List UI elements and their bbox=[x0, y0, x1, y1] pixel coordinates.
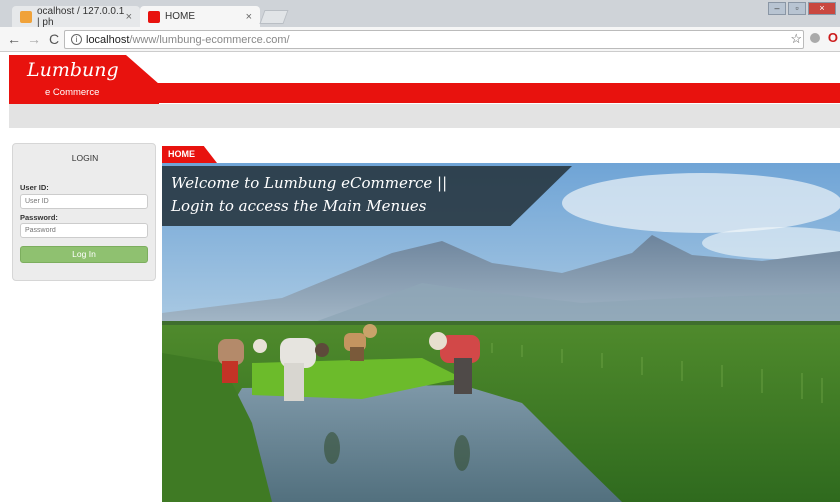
phpmyadmin-icon bbox=[20, 10, 32, 23]
browser-chrome: ocalhost / 127.0.0.1 | ph × HOME × – ▫ ×… bbox=[0, 0, 840, 52]
reload-icon[interactable]: C bbox=[46, 31, 62, 47]
password-input[interactable] bbox=[20, 223, 148, 238]
welcome-banner: Welcome to Lumbung eCommerce || Login to… bbox=[162, 166, 572, 226]
info-icon[interactable]: i bbox=[71, 34, 82, 45]
welcome-line-2: Login to access the Main Menues bbox=[171, 197, 427, 215]
site-logo[interactable]: Lumbung e Commerce bbox=[9, 55, 159, 105]
tab-phpmyadmin[interactable]: ocalhost / 127.0.0.1 | ph × bbox=[12, 5, 140, 28]
url-host: localhost bbox=[86, 33, 130, 46]
minimize-icon[interactable]: – bbox=[768, 2, 786, 15]
login-button[interactable]: Log In bbox=[20, 246, 148, 263]
lumbung-favicon-icon bbox=[148, 10, 160, 23]
userid-input[interactable] bbox=[20, 194, 148, 209]
address-toolbar: ← → C i localhost /www/lumbung-ecommerce… bbox=[0, 27, 840, 52]
tab-strip: ocalhost / 127.0.0.1 | ph × HOME × – ▫ × bbox=[0, 0, 840, 28]
extension-icon[interactable] bbox=[810, 33, 820, 43]
brand-name: Lumbung bbox=[27, 59, 119, 81]
back-icon[interactable]: ← bbox=[6, 31, 22, 47]
opera-icon[interactable]: O bbox=[828, 30, 838, 45]
bookmark-star-icon[interactable]: ☆ bbox=[790, 31, 802, 47]
login-title: LOGIN bbox=[71, 153, 99, 163]
close-icon[interactable]: × bbox=[246, 11, 252, 23]
close-icon[interactable]: × bbox=[126, 11, 132, 23]
userid-label: User ID: bbox=[20, 183, 49, 192]
url-field[interactable]: i localhost /www/lumbung-ecommerce.com/ bbox=[64, 30, 804, 49]
forward-icon[interactable]: → bbox=[26, 31, 42, 47]
window-close-icon[interactable]: × bbox=[808, 2, 836, 15]
tab-label: ocalhost / 127.0.0.1 | ph bbox=[37, 5, 125, 28]
nav-bar bbox=[9, 104, 840, 128]
url-path: /www/lumbung-ecommerce.com/ bbox=[129, 33, 290, 46]
welcome-line-1: Welcome to Lumbung eCommerce || bbox=[171, 174, 448, 192]
password-label: Password: bbox=[20, 213, 58, 222]
login-panel: LOGIN User ID: Password: Log In bbox=[12, 143, 156, 281]
brand-tagline: e Commerce bbox=[45, 87, 100, 98]
header-red-bar bbox=[152, 83, 840, 103]
window-controls: – ▫ × bbox=[768, 2, 836, 15]
section-label-home: HOME bbox=[162, 146, 217, 163]
tab-home[interactable]: HOME × bbox=[140, 6, 260, 27]
tab-label: HOME bbox=[165, 11, 195, 22]
maximize-icon[interactable]: ▫ bbox=[788, 2, 806, 15]
new-tab-button[interactable] bbox=[259, 10, 289, 24]
